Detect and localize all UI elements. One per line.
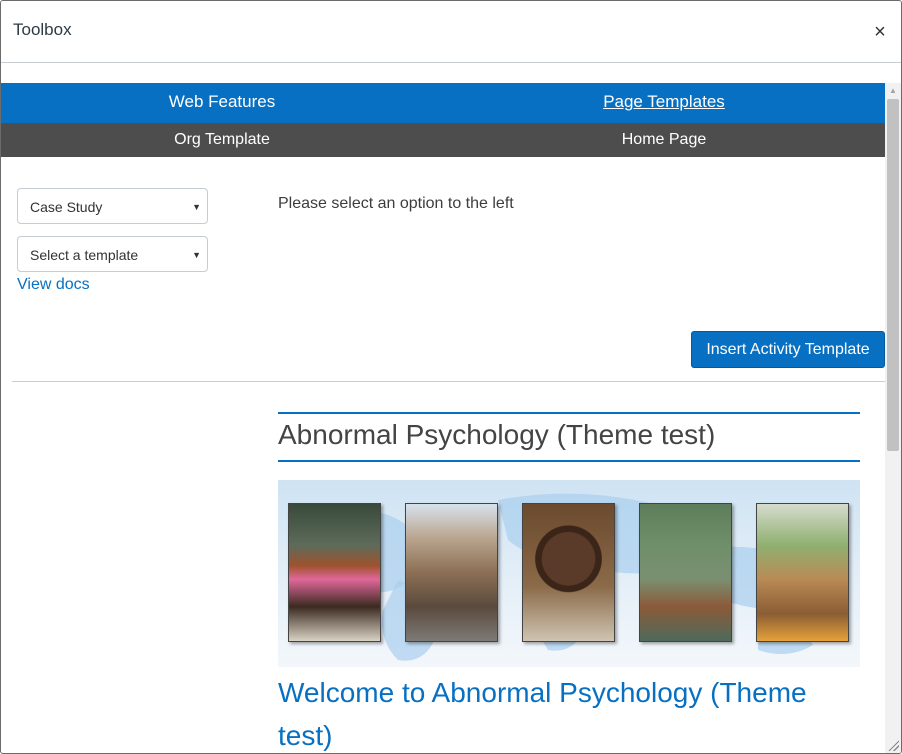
- preview-heading: Abnormal Psychology (Theme test): [278, 419, 716, 450]
- template-select-value: Select a template: [30, 247, 139, 263]
- category-select-value: Case Study: [30, 199, 103, 215]
- category-select[interactable]: Case Study ▼: [17, 188, 208, 224]
- toolbox-dialog: Toolbox × Web Features Page Templates Or…: [0, 0, 902, 754]
- dialog-titlebar: Toolbox ×: [1, 1, 901, 63]
- scrollbar[interactable]: ▲: [885, 83, 901, 753]
- view-docs-link[interactable]: View docs: [17, 276, 90, 294]
- tab-page-templates[interactable]: Page Templates: [443, 83, 885, 123]
- preview-heading-frame: Abnormal Psychology (Theme test): [278, 412, 860, 462]
- chevron-down-icon: ▼: [192, 202, 201, 212]
- course-banner: [278, 480, 860, 667]
- scroll-up-icon[interactable]: ▲: [885, 83, 901, 99]
- section-divider: [12, 381, 885, 382]
- produce-seller-photo: [756, 503, 849, 642]
- secondary-nav: Org Template Home Page: [1, 123, 885, 157]
- chevron-down-icon: ▼: [192, 250, 201, 260]
- primary-nav: Web Features Page Templates: [1, 83, 885, 123]
- selection-prompt: Please select an option to the left: [278, 195, 514, 212]
- market-vendor-photo: [288, 503, 381, 642]
- dialog-content: Web Features Page Templates Org Template…: [1, 63, 885, 753]
- smiling-man-photo: [522, 503, 615, 642]
- welcome-heading: Welcome to Abnormal Psychology (Theme te…: [278, 677, 807, 751]
- tab-org-template[interactable]: Org Template: [1, 123, 443, 157]
- template-select[interactable]: Select a template ▼: [17, 236, 208, 272]
- scrollbar-thumb[interactable]: [887, 99, 899, 451]
- tab-home-page[interactable]: Home Page: [443, 123, 885, 157]
- dialog-title: Toolbox: [13, 20, 72, 39]
- city-street-photo: [405, 503, 498, 642]
- tab-web-features[interactable]: Web Features: [1, 83, 443, 123]
- close-icon[interactable]: ×: [869, 21, 891, 43]
- resize-grip-icon[interactable]: [887, 739, 899, 751]
- insert-activity-template-button[interactable]: Insert Activity Template: [691, 331, 885, 368]
- floating-market-photo: [639, 503, 732, 642]
